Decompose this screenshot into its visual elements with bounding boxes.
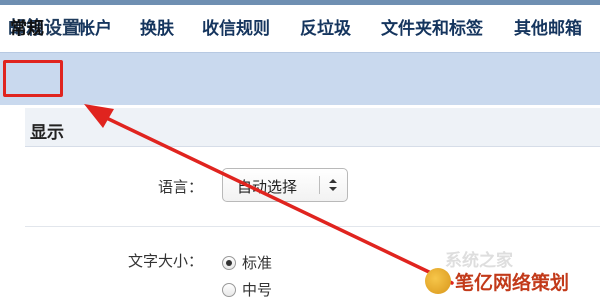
- section-title: 显示: [30, 123, 64, 143]
- radio-standard[interactable]: [222, 255, 236, 270]
- section-divider: [25, 226, 600, 227]
- tab-account[interactable]: 帐户: [78, 14, 112, 39]
- language-select[interactable]: 自动选择: [222, 168, 348, 202]
- language-label: 语言：: [158, 178, 204, 196]
- tab-folders-labels[interactable]: 文件夹和标签: [381, 14, 483, 39]
- tab-anti-spam[interactable]: 反垃圾: [300, 14, 351, 39]
- radio-medium[interactable]: [222, 282, 236, 297]
- select-divider: [319, 176, 320, 194]
- tab-general[interactable]: 常规: [10, 14, 44, 39]
- radio-standard-label: 标准: [242, 254, 273, 272]
- top-border: [0, 0, 600, 5]
- language-select-value: 自动选择: [237, 178, 298, 196]
- font-size-label: 文字大小：: [128, 252, 204, 270]
- section-header: [25, 108, 600, 147]
- tab-other-mailbox[interactable]: 其他邮箱: [514, 14, 582, 39]
- watermark-text: 笔亿网络策划: [455, 272, 570, 294]
- tab-mail-rules[interactable]: 收信规则: [202, 14, 270, 39]
- radio-medium-label: 中号: [242, 281, 273, 299]
- updown-arrows-icon: [329, 179, 337, 191]
- tab-skin[interactable]: 换肤: [140, 14, 174, 39]
- font-size-medium-option[interactable]: 中号: [222, 279, 272, 300]
- watermark: 系统之家 笔亿网络策划: [425, 251, 595, 300]
- settings-tabbar: [0, 52, 600, 106]
- font-size-standard-option[interactable]: 标准: [222, 252, 272, 273]
- highlight-box: [3, 60, 63, 97]
- watermark-logo-icon: [425, 268, 451, 294]
